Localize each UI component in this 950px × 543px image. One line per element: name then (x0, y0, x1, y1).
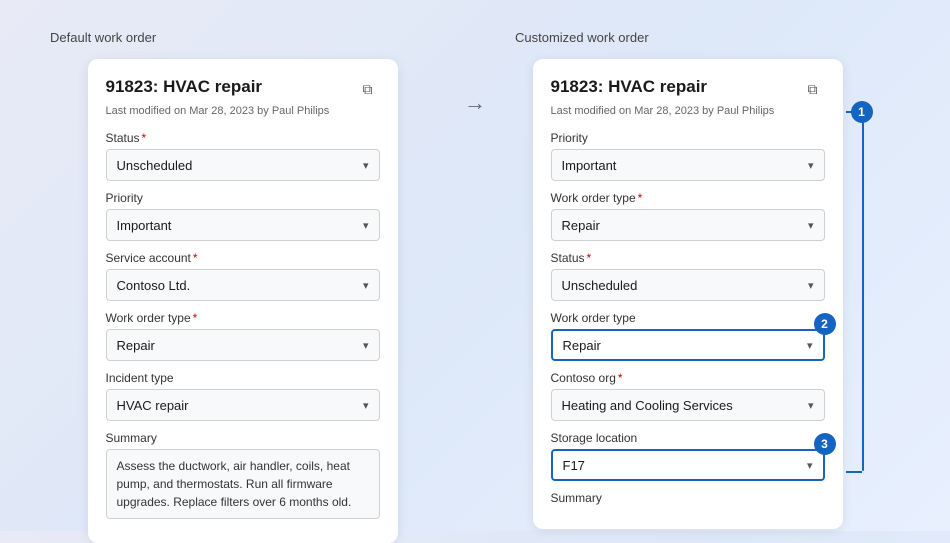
left-service-account-chevron-icon: ▾ (363, 279, 369, 292)
left-card-title: 91823: HVAC repair (106, 77, 263, 97)
right-card-title: 91823: HVAC repair (551, 77, 708, 97)
right-contoso-org-label: Contoso org (551, 371, 616, 385)
left-card-external-icon[interactable]: ⧉ (356, 77, 380, 101)
left-card-header: 91823: HVAC repair ⧉ (106, 77, 380, 101)
right-work-order-type-1-required: * (638, 191, 643, 205)
right-card-external-icon[interactable]: ⧉ (801, 77, 825, 101)
left-field-work-order-type: Work order type * Repair ▾ (106, 311, 380, 361)
left-priority-select[interactable]: Important ▾ (106, 209, 380, 241)
right-field-summary: Summary (551, 491, 825, 505)
arrow-container: → (445, 30, 505, 116)
left-incident-type-chevron-icon: ▾ (363, 399, 369, 412)
left-field-service-account: Service account * Contoso Ltd. ▾ (106, 251, 380, 301)
left-status-required: * (142, 131, 147, 145)
bracket-vertical-line (862, 111, 864, 471)
right-status-select[interactable]: Unscheduled ▾ (551, 269, 825, 301)
right-priority-select[interactable]: Important ▾ (551, 149, 825, 181)
right-storage-location-select[interactable]: F17 ▾ (551, 449, 825, 481)
right-storage-location-label: Storage location (551, 431, 638, 445)
left-summary-text[interactable]: Assess the ductwork, air handler, coils,… (106, 449, 380, 519)
left-work-order-type-chevron-icon: ▾ (363, 339, 369, 352)
left-summary-label: Summary (106, 431, 157, 445)
right-summary-label: Summary (551, 491, 602, 505)
left-service-account-select[interactable]: Contoso Ltd. ▾ (106, 269, 380, 301)
left-field-summary: Summary Assess the ductwork, air handler… (106, 431, 380, 519)
right-column-wrapper: 91823: HVAC repair ⧉ Last modified on Ma… (533, 59, 883, 529)
right-column: Customized work order 91823: HVAC repair… (505, 30, 910, 529)
bracket-bottom-tick (846, 471, 862, 473)
right-status-required: * (587, 251, 592, 265)
right-work-order-type-2-select[interactable]: Repair ▾ (551, 329, 825, 361)
left-incident-type-select[interactable]: HVAC repair ▾ (106, 389, 380, 421)
left-field-status: Status * Unscheduled ▾ (106, 131, 380, 181)
left-priority-chevron-icon: ▾ (363, 219, 369, 232)
right-work-order-type-1-select[interactable]: Repair ▾ (551, 209, 825, 241)
badge-2: 2 (814, 313, 836, 335)
right-work-order-type-1-label: Work order type (551, 191, 636, 205)
left-status-select[interactable]: Unscheduled ▾ (106, 149, 380, 181)
left-incident-type-label: Incident type (106, 371, 174, 385)
badge-3: 3 (814, 433, 836, 455)
right-field-priority: Priority Important ▾ (551, 131, 825, 181)
right-storage-location-chevron-icon: ▾ (807, 459, 813, 472)
right-status-label: Status (551, 251, 585, 265)
right-work-order-type-2-chevron-icon: ▾ (807, 339, 813, 352)
right-contoso-org-required: * (618, 371, 623, 385)
right-card-subtitle: Last modified on Mar 28, 2023 by Paul Ph… (551, 105, 825, 117)
badge-1: 1 (851, 101, 873, 123)
left-status-label: Status (106, 131, 140, 145)
right-contoso-org-select[interactable]: Heating and Cooling Services ▾ (551, 389, 825, 421)
right-priority-chevron-icon: ▾ (808, 159, 814, 172)
left-work-order-type-select[interactable]: Repair ▾ (106, 329, 380, 361)
right-priority-label: Priority (551, 131, 588, 145)
left-priority-label: Priority (106, 191, 143, 205)
left-card: 91823: HVAC repair ⧉ Last modified on Ma… (88, 59, 398, 543)
right-contoso-org-chevron-icon: ▾ (808, 399, 814, 412)
left-field-incident-type: Incident type HVAC repair ▾ (106, 371, 380, 421)
right-field-contoso-org: Contoso org * Heating and Cooling Servic… (551, 371, 825, 421)
right-work-order-type-2-label: Work order type (551, 311, 636, 325)
right-column-title: Customized work order (505, 30, 649, 45)
right-field-status: Status * Unscheduled ▾ (551, 251, 825, 301)
left-column-title: Default work order (40, 30, 156, 45)
left-service-account-required: * (193, 251, 198, 265)
right-card-header: 91823: HVAC repair ⧉ (551, 77, 825, 101)
left-work-order-type-label: Work order type (106, 311, 191, 325)
left-column: Default work order 91823: HVAC repair ⧉ … (40, 30, 445, 543)
right-field-storage-location: 3 Storage location F17 ▾ (551, 431, 825, 481)
left-field-priority: Priority Important ▾ (106, 191, 380, 241)
left-work-order-type-required: * (193, 311, 198, 325)
left-card-subtitle: Last modified on Mar 28, 2023 by Paul Ph… (106, 105, 380, 117)
right-field-work-order-type-1: Work order type * Repair ▾ (551, 191, 825, 241)
right-card: 91823: HVAC repair ⧉ Last modified on Ma… (533, 59, 843, 529)
left-service-account-label: Service account (106, 251, 191, 265)
page-container: Default work order 91823: HVAC repair ⧉ … (40, 30, 910, 543)
left-status-chevron-icon: ▾ (363, 159, 369, 172)
right-field-work-order-type-highlighted: 2 Work order type Repair ▾ (551, 311, 825, 361)
right-status-chevron-icon: ▾ (808, 279, 814, 292)
direction-arrow-icon: → (464, 90, 486, 116)
right-work-order-type-1-chevron-icon: ▾ (808, 219, 814, 232)
